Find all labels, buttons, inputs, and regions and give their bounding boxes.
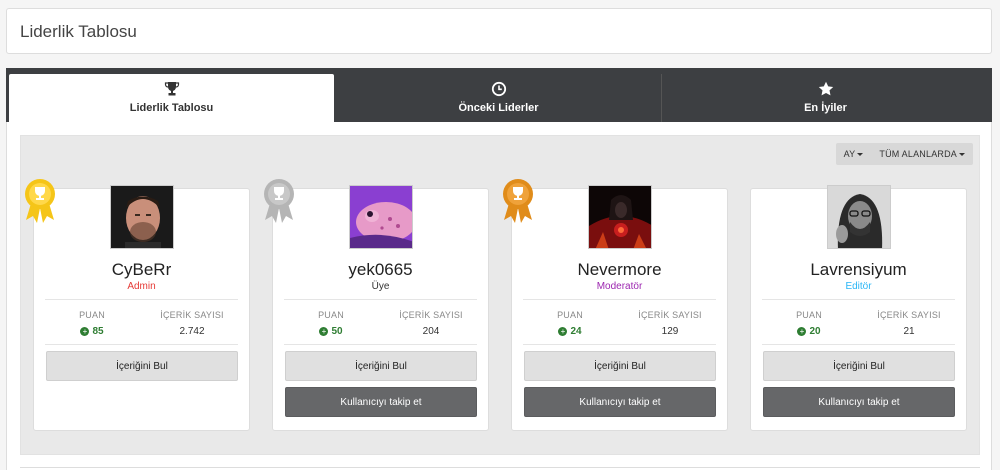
content-count-value: 204 bbox=[422, 326, 440, 337]
points-number: 24 bbox=[570, 326, 582, 337]
follow-user-button[interactable]: Kullanıcıyı takip et bbox=[763, 387, 955, 417]
leader-card: yek0665 Üye PUAN İÇERİK SAYISI +50 204 İ… bbox=[264, 179, 489, 431]
username[interactable]: yek0665 bbox=[273, 260, 488, 280]
tab-bar: Liderlik Tablosu Önceki Liderler En İyil… bbox=[6, 68, 992, 125]
content-count-label: İÇERİK SAYISI bbox=[877, 310, 941, 320]
avatar[interactable] bbox=[349, 185, 413, 249]
user-role: Editör bbox=[845, 281, 872, 292]
divider bbox=[284, 344, 477, 345]
period-filter-label: AY bbox=[843, 149, 856, 159]
filter-group: AY TÜM ALANLARDA bbox=[835, 143, 973, 165]
divider bbox=[284, 299, 477, 300]
chevron-down-icon bbox=[857, 153, 864, 157]
points-number: 20 bbox=[809, 326, 821, 337]
tab-label: Liderlik Tablosu bbox=[129, 102, 214, 114]
username[interactable]: Lavrensiyum bbox=[751, 260, 966, 280]
leaders-panel: AY TÜM ALANLARDA CyBeRr Admin PUAN İÇERİ… bbox=[20, 135, 980, 455]
trophy-icon bbox=[164, 82, 179, 96]
user-role: Admin bbox=[127, 281, 156, 292]
content-count-label: İÇERİK SAYISI bbox=[160, 310, 224, 320]
content-count-label: İÇERİK SAYISI bbox=[399, 310, 463, 320]
page-header: Liderlik Tablosu bbox=[6, 8, 992, 54]
scope-filter-dropdown[interactable]: TÜM ALANLARDA bbox=[871, 149, 973, 159]
plus-circle-icon: + bbox=[558, 327, 568, 336]
username[interactable]: Nevermore bbox=[512, 260, 727, 280]
points-number: 50 bbox=[331, 326, 343, 337]
divider bbox=[45, 344, 238, 345]
content-count-value: 2.742 bbox=[179, 326, 205, 337]
content-count-label: İÇERİK SAYISI bbox=[638, 310, 702, 320]
avatar[interactable] bbox=[827, 185, 891, 249]
leaderboard-content: AY TÜM ALANLARDA CyBeRr Admin PUAN İÇERİ… bbox=[6, 122, 992, 470]
user-photo bbox=[111, 186, 173, 248]
tab-leaderboard[interactable]: Liderlik Tablosu bbox=[9, 74, 334, 125]
period-filter-dropdown[interactable]: AY bbox=[836, 149, 872, 159]
plus-circle-icon: + bbox=[319, 327, 329, 336]
points-value: +20 bbox=[771, 326, 847, 337]
tab-best[interactable]: En İyiler bbox=[662, 74, 989, 125]
username[interactable]: CyBeRr bbox=[34, 260, 249, 280]
user-photo bbox=[350, 186, 412, 248]
points-value: +24 bbox=[532, 326, 608, 337]
tab-label: En İyiler bbox=[804, 102, 847, 114]
content-count-value: 21 bbox=[903, 326, 915, 337]
points-label: PUAN bbox=[796, 310, 822, 320]
points-label: PUAN bbox=[557, 310, 583, 320]
leaderboard-page: Liderlik Tablosu Liderlik Tablosu Önceki… bbox=[0, 0, 1000, 470]
content-count-value: 129 bbox=[661, 326, 679, 337]
points-value: +85 bbox=[54, 326, 130, 337]
find-content-button[interactable]: İçeriğini Bul bbox=[46, 351, 238, 381]
chevron-down-icon bbox=[959, 153, 965, 157]
find-content-button[interactable]: İçeriğini Bul bbox=[285, 351, 477, 381]
plus-circle-icon: + bbox=[797, 327, 807, 336]
points-label: PUAN bbox=[318, 310, 344, 320]
avatar[interactable] bbox=[588, 185, 652, 249]
plus-circle-icon: + bbox=[80, 327, 90, 336]
points-label: PUAN bbox=[79, 310, 105, 320]
divider bbox=[762, 299, 955, 300]
leader-card: Nevermore Moderatör PUAN İÇERİK SAYISI +… bbox=[503, 179, 728, 431]
page-title: Liderlik Tablosu bbox=[20, 22, 137, 41]
points-number: 85 bbox=[92, 326, 104, 337]
leader-card: CyBeRr Admin PUAN İÇERİK SAYISI +85 2.74… bbox=[25, 179, 250, 431]
star-icon bbox=[818, 81, 833, 96]
user-role: Üye bbox=[371, 281, 390, 292]
silver-medal-icon bbox=[264, 179, 294, 223]
divider bbox=[523, 344, 716, 345]
divider bbox=[20, 467, 980, 468]
user-photo bbox=[828, 186, 890, 248]
user-photo bbox=[589, 186, 651, 248]
clock-icon bbox=[491, 81, 506, 97]
find-content-button[interactable]: İçeriğini Bul bbox=[763, 351, 955, 381]
points-value: +50 bbox=[293, 326, 369, 337]
divider bbox=[45, 299, 238, 300]
tab-previous-leaders[interactable]: Önceki Liderler bbox=[336, 74, 661, 125]
follow-user-button[interactable]: Kullanıcıyı takip et bbox=[524, 387, 716, 417]
bronze-medal-icon bbox=[503, 179, 533, 223]
user-role: Moderatör bbox=[596, 281, 643, 292]
leader-card: Lavrensiyum Editör PUAN İÇERİK SAYISI +2… bbox=[750, 185, 967, 431]
find-content-button[interactable]: İçeriğini Bul bbox=[524, 351, 716, 381]
gold-medal-icon bbox=[25, 179, 55, 223]
scope-filter-label: TÜM ALANLARDA bbox=[879, 149, 957, 159]
avatar[interactable] bbox=[110, 185, 174, 249]
divider bbox=[762, 344, 955, 345]
tab-label: Önceki Liderler bbox=[458, 102, 539, 114]
divider bbox=[523, 299, 716, 300]
follow-user-button[interactable]: Kullanıcıyı takip et bbox=[285, 387, 477, 417]
